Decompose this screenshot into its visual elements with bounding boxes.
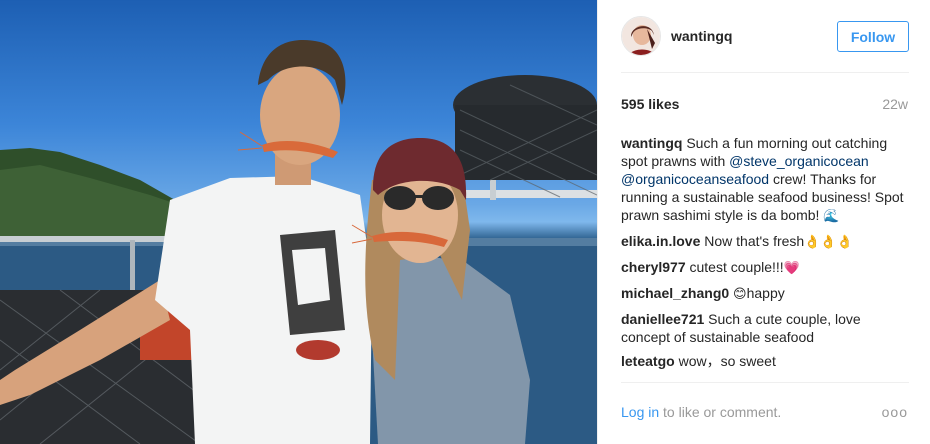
comment-username[interactable]: daniellee721: [621, 311, 704, 327]
post-header: wantingq Follow: [621, 14, 909, 58]
caption-mention-2[interactable]: @organicoceanseafood: [621, 171, 769, 187]
comment-text: cutest couple!!!: [689, 259, 784, 275]
caption-username[interactable]: wantingq: [621, 135, 682, 151]
likes-count[interactable]: 595 likes: [621, 96, 679, 112]
username[interactable]: wantingq: [671, 28, 732, 44]
comment-item: cheryl977 cutest couple!!!💗: [621, 258, 911, 278]
comment-text: wow，so sweet: [678, 353, 776, 369]
caption-mention-1[interactable]: @steve_organicocean: [729, 153, 869, 169]
comment-item: elika.in.love Now that's fresh👌👌👌: [621, 232, 911, 252]
photo-scene: [0, 39, 597, 444]
smile-icon: 😊: [733, 287, 747, 302]
comment-item: michael_zhang0 😊happy: [621, 284, 911, 304]
comment-username[interactable]: elika.in.love: [621, 233, 700, 249]
ok-hand-icon: 👌👌👌: [804, 235, 853, 250]
post-side-panel: wantingq Follow 595 likes 22w wantingq S…: [597, 0, 930, 444]
user-avatar[interactable]: [621, 16, 661, 56]
post-age[interactable]: 22w: [882, 96, 908, 112]
comment-item: leteatgo wow，so sweet: [621, 352, 911, 370]
login-prompt-text: to like or comment.: [663, 404, 782, 420]
login-prompt: Log in to like or comment.: [621, 404, 781, 420]
wave-icon: 🌊: [823, 209, 840, 224]
footer-divider: [621, 382, 909, 383]
comment-text: happy: [746, 285, 785, 301]
header-divider: [621, 72, 909, 73]
caption: wantingq Such a fun morning out catching…: [621, 134, 911, 226]
comment-username[interactable]: cheryl977: [621, 259, 686, 275]
post-photo: [0, 0, 597, 444]
more-options-icon[interactable]: ooo: [882, 404, 908, 420]
comment-item: daniellee721 Such a cute couple, love co…: [621, 310, 911, 346]
avatar-image: [622, 17, 660, 55]
comment-username[interactable]: leteatgo: [621, 353, 675, 369]
login-link[interactable]: Log in: [621, 404, 659, 420]
heart-icon: 💗: [783, 261, 800, 276]
comment-username[interactable]: michael_zhang0: [621, 285, 729, 301]
comment-text: Now that's fresh: [704, 233, 805, 249]
follow-button[interactable]: Follow: [837, 21, 909, 52]
comments-list[interactable]: wantingq Such a fun morning out catching…: [621, 134, 911, 378]
